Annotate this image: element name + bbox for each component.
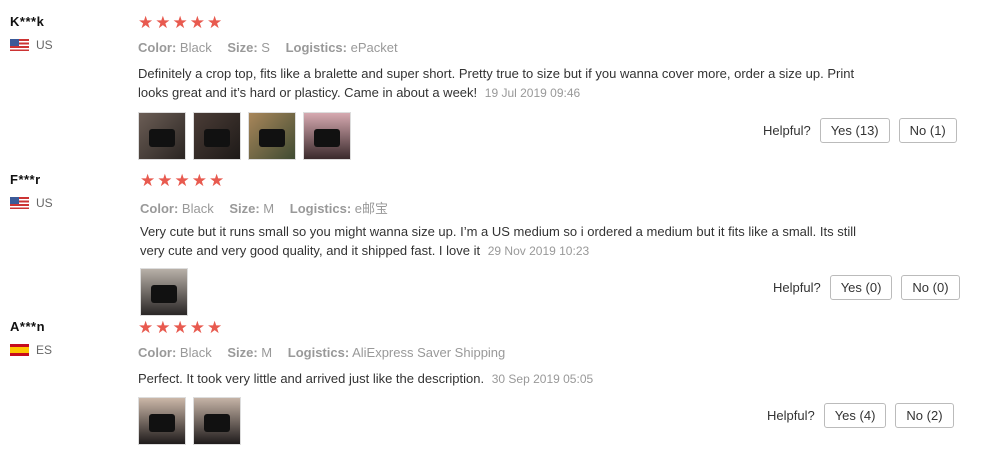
logistics-label: Logistics: <box>285 40 347 55</box>
size-value: M <box>263 201 275 216</box>
es-flag-icon <box>10 344 29 356</box>
reviewer-country: US <box>10 38 53 52</box>
helpful-no-button[interactable]: No (1) <box>898 118 957 143</box>
helpful-label: Helpful? <box>763 123 811 138</box>
helpful-section: Helpful? Yes (13) No (1) <box>763 118 957 143</box>
review-date: 30 Sep 2019 05:05 <box>491 372 594 386</box>
size-label: Size: <box>227 345 258 360</box>
review-photos <box>138 397 241 445</box>
helpful-yes-button[interactable]: Yes (0) <box>829 275 893 300</box>
helpful-label: Helpful? <box>767 408 815 423</box>
color-label: Color: <box>140 201 179 216</box>
review-photo[interactable] <box>140 268 188 316</box>
review-photo[interactable] <box>303 112 351 160</box>
color-label: Color: <box>138 345 177 360</box>
country-code: US <box>36 38 53 52</box>
reviewer-info: F***r US <box>10 172 53 210</box>
size-value: S <box>261 40 270 55</box>
review-photo[interactable] <box>193 397 241 445</box>
us-flag-icon <box>10 197 29 209</box>
color-label: Color: <box>138 40 177 55</box>
review-photo[interactable] <box>193 112 241 160</box>
reviewer-info: K***k US <box>10 14 53 52</box>
us-flag-icon <box>10 39 29 51</box>
review-text: Definitely a crop top, fits like a brale… <box>138 64 858 103</box>
helpful-section: Helpful? Yes (0) No (0) <box>773 275 960 300</box>
review-photos <box>138 112 351 160</box>
helpful-label: Helpful? <box>773 280 821 295</box>
review-date: 19 Jul 2019 09:46 <box>484 86 581 100</box>
logistics-value: AliExpress Saver Shipping <box>352 345 506 360</box>
helpful-yes-button[interactable]: Yes (13) <box>819 118 890 143</box>
helpful-no-button[interactable]: No (0) <box>901 275 960 300</box>
reviewer-name: A***n <box>10 319 46 334</box>
logistics-value: e邮宝 <box>354 201 389 216</box>
reviewer-country: ES <box>10 343 52 357</box>
reviewer-country: US <box>10 196 53 210</box>
order-info: Color: Black Size: M Logistics: e邮宝 <box>140 198 388 217</box>
review-photo[interactable] <box>138 112 186 160</box>
country-code: US <box>36 196 53 210</box>
review-text: Perfect. It took very little and arrived… <box>138 369 858 389</box>
logistics-value: ePacket <box>350 40 398 55</box>
reviewer-name: F***r <box>10 172 41 187</box>
size-value: M <box>261 345 273 360</box>
review-date: 29 Nov 2019 10:23 <box>487 244 590 258</box>
logistics-label: Logistics: <box>289 201 352 216</box>
helpful-section: Helpful? Yes (4) No (2) <box>767 403 954 428</box>
helpful-no-button[interactable]: No (2) <box>895 403 954 428</box>
size-label: Size: <box>229 201 260 216</box>
star-rating: ★★★★★ <box>138 318 225 337</box>
color-value: Black <box>181 201 214 216</box>
star-rating: ★★★★★ <box>138 13 225 32</box>
helpful-yes-button[interactable]: Yes (4) <box>823 403 887 428</box>
reviewer-info: A***n ES <box>10 319 52 357</box>
size-label: Size: <box>227 40 258 55</box>
reviewer-name: K***k <box>10 14 45 29</box>
review-body: Perfect. It took very little and arrived… <box>138 371 485 386</box>
order-info: Color: Black Size: M Logistics: AliExpre… <box>138 345 505 360</box>
color-value: Black <box>179 345 212 360</box>
color-value: Black <box>179 40 212 55</box>
star-rating: ★★★★★ <box>140 171 227 190</box>
country-code: ES <box>36 343 53 357</box>
review-photo[interactable] <box>138 397 186 445</box>
logistics-label: Logistics: <box>287 345 350 360</box>
review-photo[interactable] <box>248 112 296 160</box>
review-photos <box>140 268 188 316</box>
review-text: Very cute but it runs small so you might… <box>140 222 860 261</box>
order-info: Color: Black Size: S Logistics: ePacket <box>138 40 398 55</box>
